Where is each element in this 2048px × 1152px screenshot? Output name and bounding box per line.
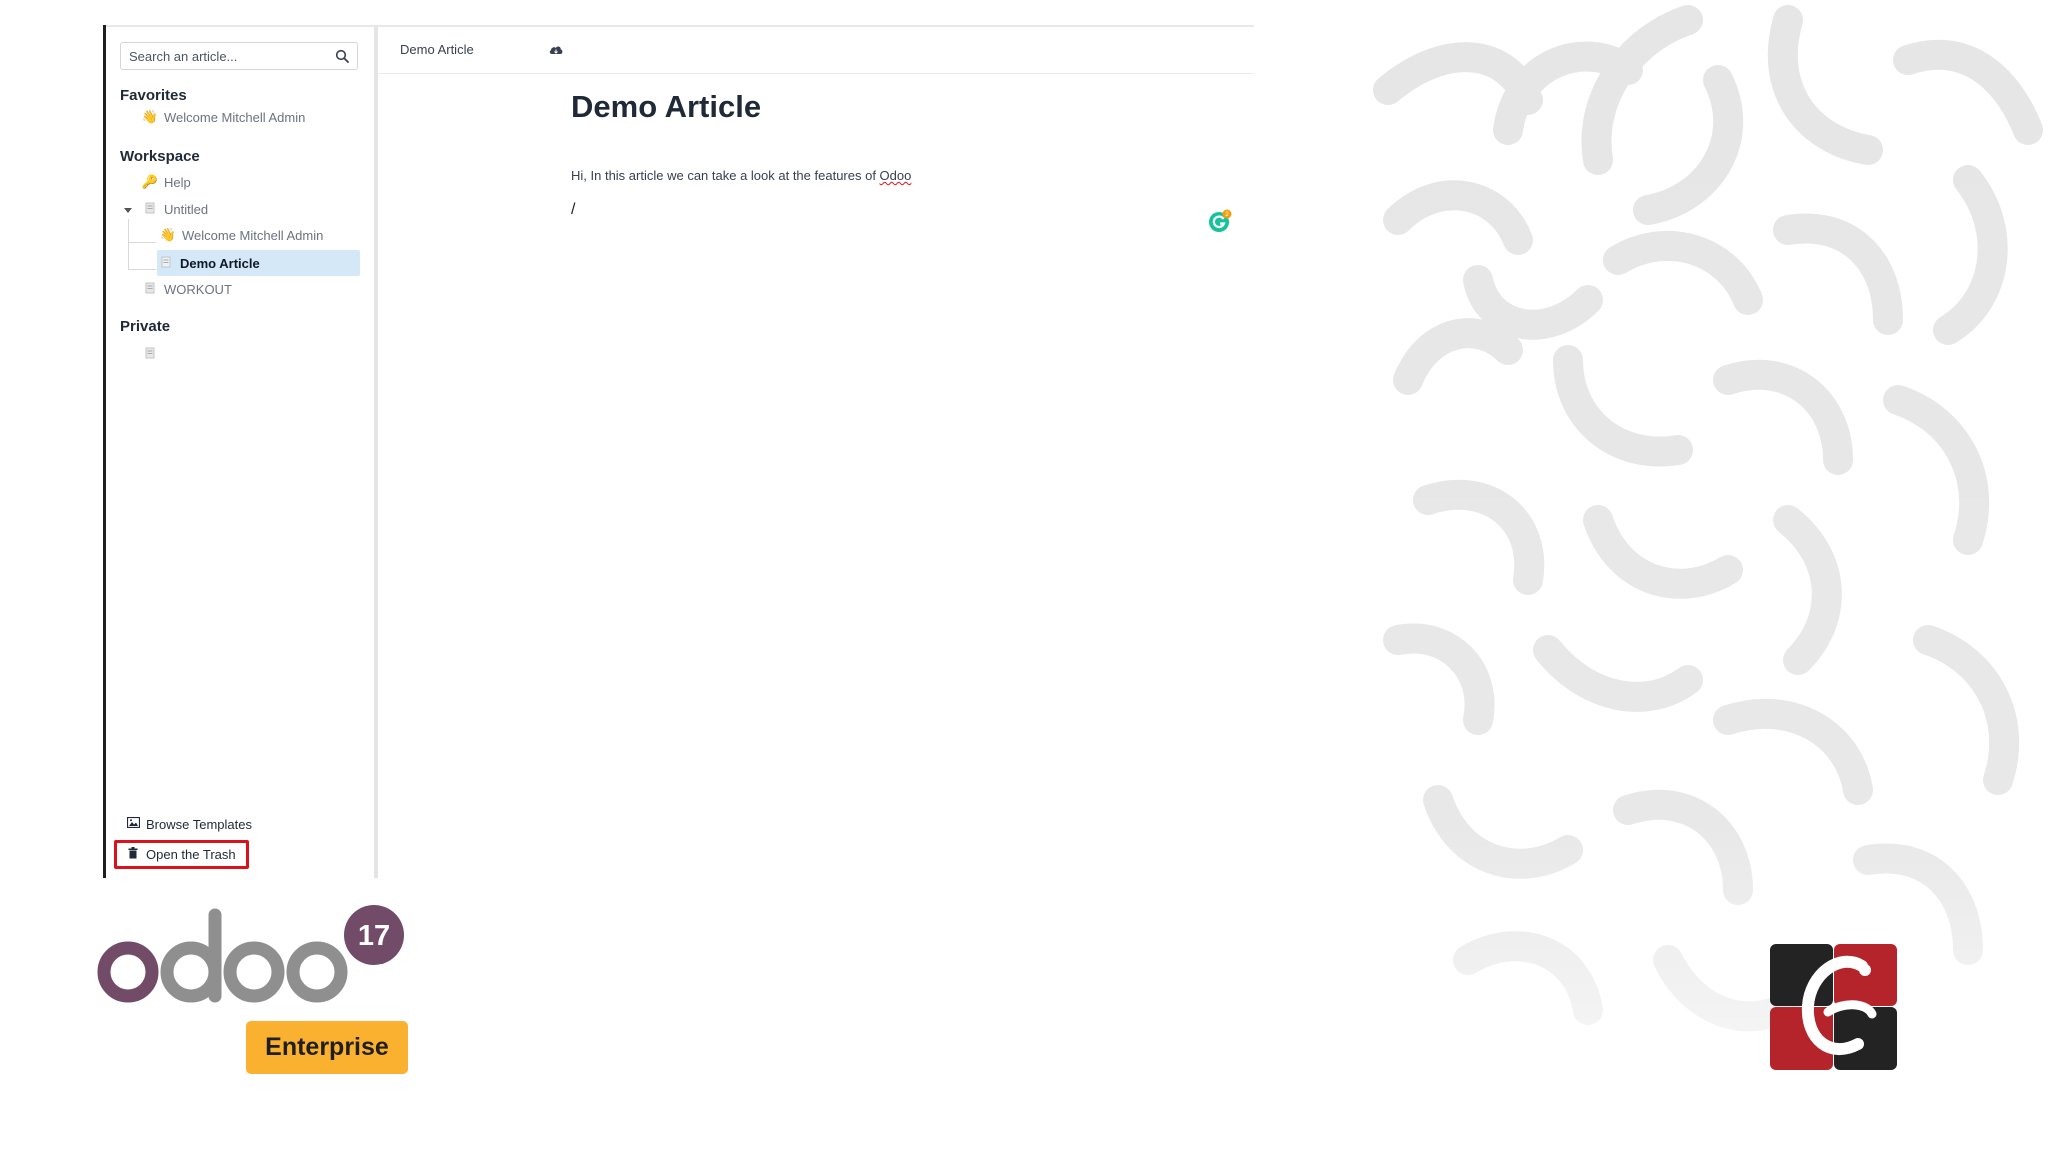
workspace-item-label: Untitled (164, 201, 209, 217)
company-logo (1770, 944, 1897, 1070)
knowledge-sidebar: Favorites 👋 Welcome Mitchell Admin Works… (106, 27, 378, 878)
favorite-item-label: Welcome Mitchell Admin (164, 109, 306, 125)
waving-hand-icon: 👋 (141, 109, 159, 124)
workspace-item-demo-article[interactable]: Demo Article (157, 250, 360, 276)
article-title[interactable]: Demo Article (571, 89, 761, 125)
breadcrumb[interactable]: Demo Article (400, 42, 474, 57)
article-body-text: Hi, In this article we can take a look a… (571, 168, 880, 183)
trash-icon (126, 846, 140, 862)
chevron-down-icon[interactable] (124, 208, 132, 213)
search-box[interactable] (120, 42, 358, 70)
tree-connector (128, 242, 156, 243)
tree-connector (128, 219, 129, 269)
document-icon (141, 202, 159, 217)
command-slash[interactable]: / (571, 201, 575, 219)
workspace-item-label: Help (164, 174, 191, 190)
workspace-item-workout[interactable]: WORKOUT (141, 277, 232, 301)
browse-templates-button[interactable]: Browse Templates (120, 813, 258, 835)
article-body-link: Odoo (879, 168, 912, 183)
document-icon (157, 256, 175, 271)
open-trash-button[interactable]: Open the Trash (120, 843, 242, 865)
article-main-area: Demo Article Demo Article Hi, In this ar… (378, 27, 1254, 878)
key-icon: 🔑 (141, 174, 159, 189)
odoo-logo-o1 (97, 941, 159, 1003)
search-icon[interactable] (335, 49, 349, 63)
browse-templates-label: Browse Templates (146, 816, 252, 832)
document-icon (141, 282, 159, 297)
odoo-logo-o3 (286, 941, 348, 1003)
decorative-squiggle-pattern (1368, 0, 2048, 1152)
workspace-item-untitled[interactable]: Untitled (141, 197, 208, 221)
workspace-item-help[interactable]: 🔑 Help (141, 170, 191, 194)
workspace-item-label: WORKOUT (164, 281, 232, 297)
grammarly-icon[interactable]: 2 (1208, 209, 1232, 233)
workspace-heading: Workspace (120, 148, 200, 165)
waving-hand-icon: 👋 (159, 227, 177, 242)
article-body[interactable]: Hi, In this article we can take a look a… (571, 168, 911, 183)
version-number: 17 (358, 920, 390, 952)
favorites-heading: Favorites (120, 87, 187, 104)
odoo-logo-d-bowl (160, 941, 222, 1003)
workspace-item-label: Welcome Mitchell Admin (182, 227, 324, 243)
private-heading: Private (120, 318, 171, 335)
workspace-item-welcome[interactable]: 👋 Welcome Mitchell Admin (159, 223, 323, 247)
search-input[interactable] (129, 48, 335, 64)
private-item-untitled[interactable] (141, 342, 164, 366)
document-icon (141, 347, 159, 362)
article-topbar: Demo Article (378, 27, 1254, 74)
cloud-save-icon[interactable] (548, 43, 564, 57)
image-icon (126, 816, 140, 831)
tree-connector (128, 269, 156, 270)
enterprise-badge: Enterprise (246, 1021, 408, 1074)
workspace-item-label: Demo Article (180, 255, 260, 271)
open-trash-label: Open the Trash (146, 846, 236, 862)
odoo-logo-o2 (223, 941, 285, 1003)
favorite-item-welcome[interactable]: 👋 Welcome Mitchell Admin (141, 105, 305, 129)
